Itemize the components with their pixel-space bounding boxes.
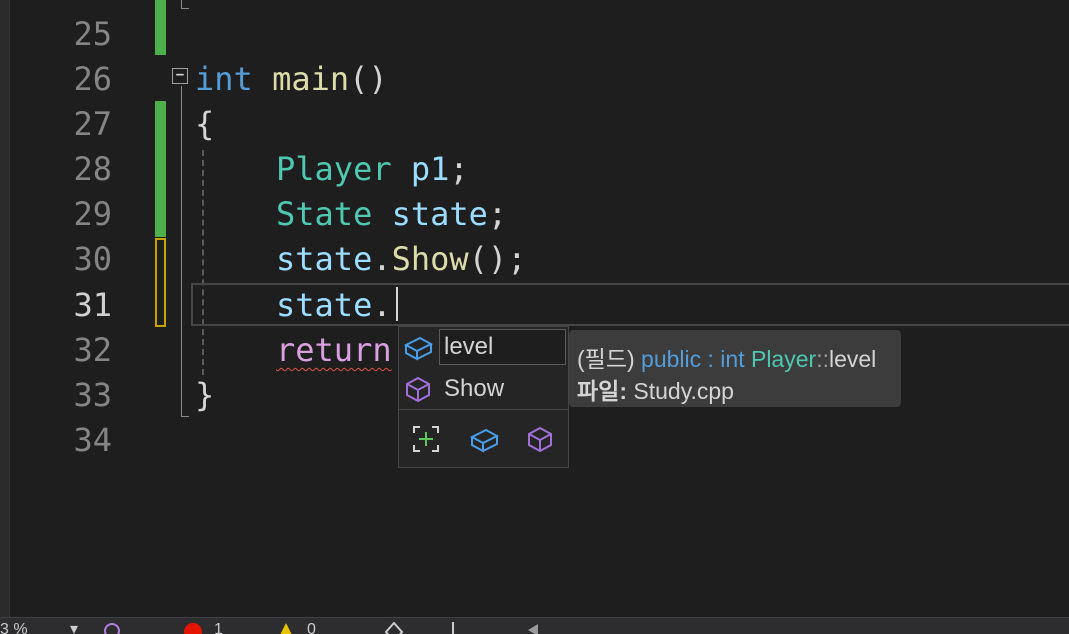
type-player: Player xyxy=(276,150,392,188)
intellicode-icon[interactable] xyxy=(103,622,121,634)
tooltip-kind: (필드) xyxy=(577,346,635,372)
scroll-left-icon[interactable] xyxy=(524,622,540,634)
unsaved-change-marker xyxy=(155,238,166,327)
code-line-33[interactable]: } xyxy=(195,373,214,417)
fold-bracket-top xyxy=(181,0,182,8)
error-icon[interactable] xyxy=(183,622,203,634)
popup-divider xyxy=(399,409,568,410)
method-filter-icon[interactable] xyxy=(526,425,554,453)
keyword-return: return xyxy=(276,331,392,369)
code-line-26[interactable]: int main() xyxy=(195,57,388,101)
dot: . xyxy=(372,286,392,324)
warning-count[interactable]: 0 xyxy=(307,620,316,634)
field-filter-icon[interactable] xyxy=(469,425,499,455)
completion-label: level xyxy=(444,333,494,360)
semicolon: ; xyxy=(449,150,469,188)
tooltip-class: Player xyxy=(750,346,817,372)
code-line-27[interactable]: { xyxy=(195,102,214,146)
semicolon: ; xyxy=(487,195,508,233)
tooltip-file-name: Study.cpp xyxy=(633,378,734,404)
zoom-dropdown-icon[interactable]: ▾ xyxy=(70,620,78,634)
call-end: (); xyxy=(468,240,527,278)
fold-bracket-end xyxy=(181,416,189,417)
method-icon xyxy=(406,376,430,403)
variable-state: state xyxy=(276,240,373,278)
completion-label: Show xyxy=(444,375,505,402)
editor-margin-strip xyxy=(0,0,10,617)
code-line-28[interactable]: Player p1; xyxy=(276,147,469,191)
error-count[interactable]: 1 xyxy=(214,620,223,634)
line-number: 32 xyxy=(73,331,112,369)
tooltip-modifier: public : xyxy=(641,346,714,372)
line-number: 25 xyxy=(73,15,112,53)
line-number: 33 xyxy=(73,376,112,414)
line-number: 27 xyxy=(73,105,112,143)
saved-change-marker xyxy=(155,0,166,55)
variable-p1: p1 xyxy=(410,150,450,188)
function-main: main xyxy=(272,60,350,98)
expand-suggestions-icon[interactable] xyxy=(412,425,440,453)
tooltip-type: int xyxy=(720,346,745,372)
editor-status-bar: 3 % ▾ 1 0 xyxy=(0,617,1069,634)
completion-item-show[interactable]: Show xyxy=(399,369,568,409)
tooltip-file-label: 파일: xyxy=(577,378,627,404)
zoom-level[interactable]: 3 % xyxy=(0,620,28,634)
text-caret xyxy=(396,287,398,321)
saved-change-marker xyxy=(155,101,166,237)
line-number: 30 xyxy=(73,240,112,278)
tooltip-scope: :: xyxy=(816,346,829,372)
dot: . xyxy=(372,240,392,278)
intellisense-popup[interactable]: level Show xyxy=(398,326,569,468)
line-number: 28 xyxy=(73,150,112,188)
line-number: 29 xyxy=(73,195,112,233)
variable-state: state xyxy=(391,195,488,233)
code-line-30[interactable]: state.Show(); xyxy=(276,237,526,281)
method-show: Show xyxy=(391,240,469,278)
field-icon xyxy=(403,336,433,361)
navigate-icon[interactable] xyxy=(384,622,404,634)
tooltip-member: level xyxy=(828,346,877,372)
fold-bracket-top-end xyxy=(181,8,189,9)
warning-icon[interactable] xyxy=(276,622,296,634)
separator xyxy=(452,622,454,634)
line-number: 26 xyxy=(73,60,112,98)
code-editor[interactable]: 25 26 27 28 29 30 31 32 33 34 − int main… xyxy=(0,0,1069,617)
type-state: State xyxy=(276,195,373,233)
code-line-31[interactable]: state. xyxy=(276,283,392,327)
keyword-int: int xyxy=(195,60,253,98)
quick-info-tooltip: (필드) public : int Player::level 파일: Stud… xyxy=(569,330,901,407)
variable-state: state xyxy=(276,286,373,324)
collapse-icon[interactable]: − xyxy=(172,68,188,84)
tooltip-signature: (필드) public : int Player::level xyxy=(577,340,876,374)
code-line-32[interactable]: return xyxy=(276,328,392,372)
parens: () xyxy=(349,60,388,98)
fold-bracket xyxy=(181,86,182,416)
line-number: 34 xyxy=(73,421,112,459)
tooltip-file: 파일: Study.cpp xyxy=(577,372,734,406)
code-line-29[interactable]: State state; xyxy=(276,192,507,236)
indent-guide xyxy=(202,150,204,375)
current-line-number: 31 xyxy=(73,286,112,324)
completion-item-level[interactable]: level xyxy=(399,327,568,367)
